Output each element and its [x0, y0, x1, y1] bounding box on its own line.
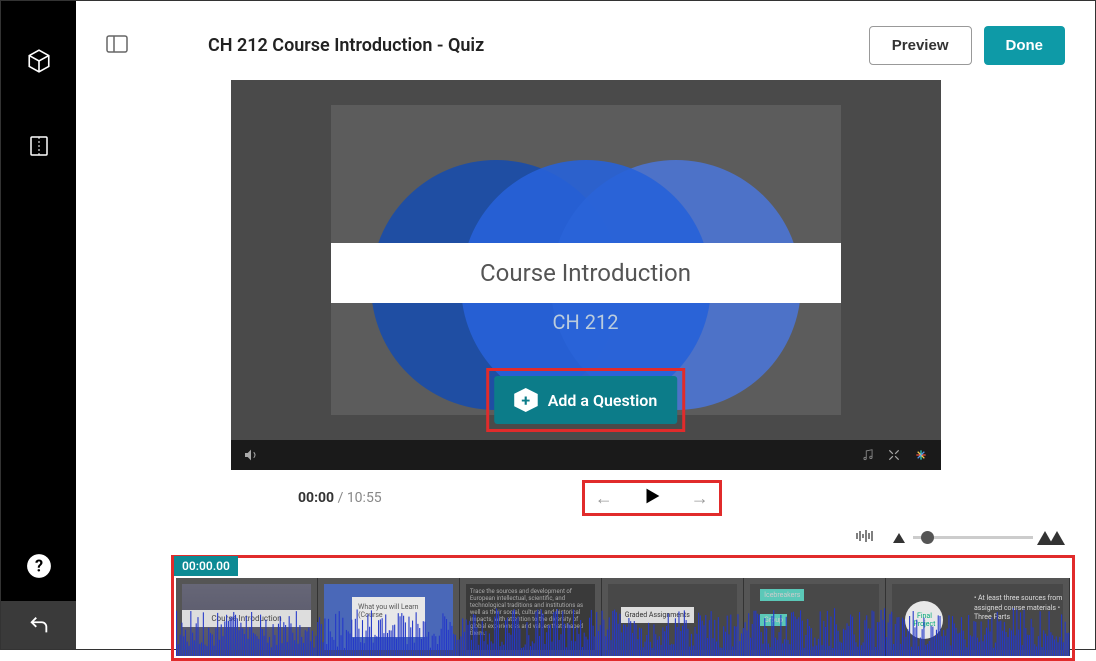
sidebar-film-icon[interactable] — [19, 126, 59, 166]
sparkle-icon[interactable] — [913, 447, 929, 463]
page-title: CH 212 Course Introduction - Quiz — [208, 35, 869, 56]
prev-frame-button[interactable]: ← — [595, 488, 613, 509]
video-frame[interactable]: Course Introduction CH 212 + Add a Quest… — [231, 80, 941, 440]
timeline-thumb[interactable]: Course Introduction — [176, 578, 318, 656]
slide-title: Course Introduction — [480, 259, 691, 287]
zoom-slider[interactable] — [893, 531, 1065, 545]
video-control-bar — [231, 440, 941, 470]
slide-subtitle: CH 212 — [331, 310, 841, 334]
timeline-thumb[interactable]: Graded Assignments — [602, 578, 744, 656]
sidebar-cube-icon[interactable] — [19, 41, 59, 81]
video-player: Course Introduction CH 212 + Add a Quest… — [231, 80, 941, 470]
panel-toggle-icon[interactable] — [106, 35, 128, 57]
sidebar: ? — [1, 1, 76, 649]
header: CH 212 Course Introduction - Quiz Previe… — [76, 1, 1095, 80]
music-icon[interactable] — [861, 448, 875, 462]
add-question-label: Add a Question — [548, 391, 658, 410]
timeline-thumb[interactable]: Final Project• At least three sources fr… — [886, 578, 1070, 656]
time-current: 00:00 — [298, 490, 334, 506]
time-display: 00:00 / 10:55 — [298, 490, 382, 506]
zoom-row — [76, 528, 1095, 555]
back-button[interactable] — [1, 601, 76, 649]
plus-icon: + — [514, 388, 538, 412]
svg-text:?: ? — [34, 556, 42, 575]
playback-row: 00:00 / 10:55 ← → — [76, 470, 1095, 528]
timeline-highlight: 00:00.00 Course Introduction What you wi… — [171, 555, 1075, 661]
time-total: 10:55 — [347, 490, 382, 506]
timeline-thumb[interactable]: Trace the sources and development of Eur… — [460, 578, 602, 656]
preview-button[interactable]: Preview — [869, 26, 972, 65]
volume-icon[interactable] — [243, 447, 259, 463]
play-button[interactable] — [641, 485, 663, 511]
help-icon[interactable]: ? — [19, 546, 59, 586]
timeline[interactable]: Course Introduction What you will Learn … — [176, 578, 1070, 656]
zoom-handle[interactable] — [921, 531, 934, 544]
main-area: CH 212 Course Introduction - Quiz Previe… — [76, 1, 1095, 649]
zoom-track[interactable] — [913, 536, 1033, 539]
timeline-thumb[interactable]: What you will Learn (Course — [318, 578, 460, 656]
waveform-toggle-icon[interactable] — [855, 528, 875, 547]
play-controls-highlight: ← → — [582, 480, 722, 516]
next-frame-button[interactable]: → — [691, 488, 709, 509]
add-question-highlight: + Add a Question — [486, 368, 686, 432]
done-button[interactable]: Done — [984, 26, 1066, 65]
zoom-in-icon — [1041, 531, 1065, 545]
timeline-thumb[interactable]: IcebreakersGroup — [744, 578, 886, 656]
fullscreen-icon[interactable] — [887, 448, 901, 462]
add-question-button[interactable]: + Add a Question — [494, 376, 678, 424]
zoom-out-icon — [893, 533, 905, 543]
timeline-time-badge: 00:00.00 — [174, 556, 238, 576]
